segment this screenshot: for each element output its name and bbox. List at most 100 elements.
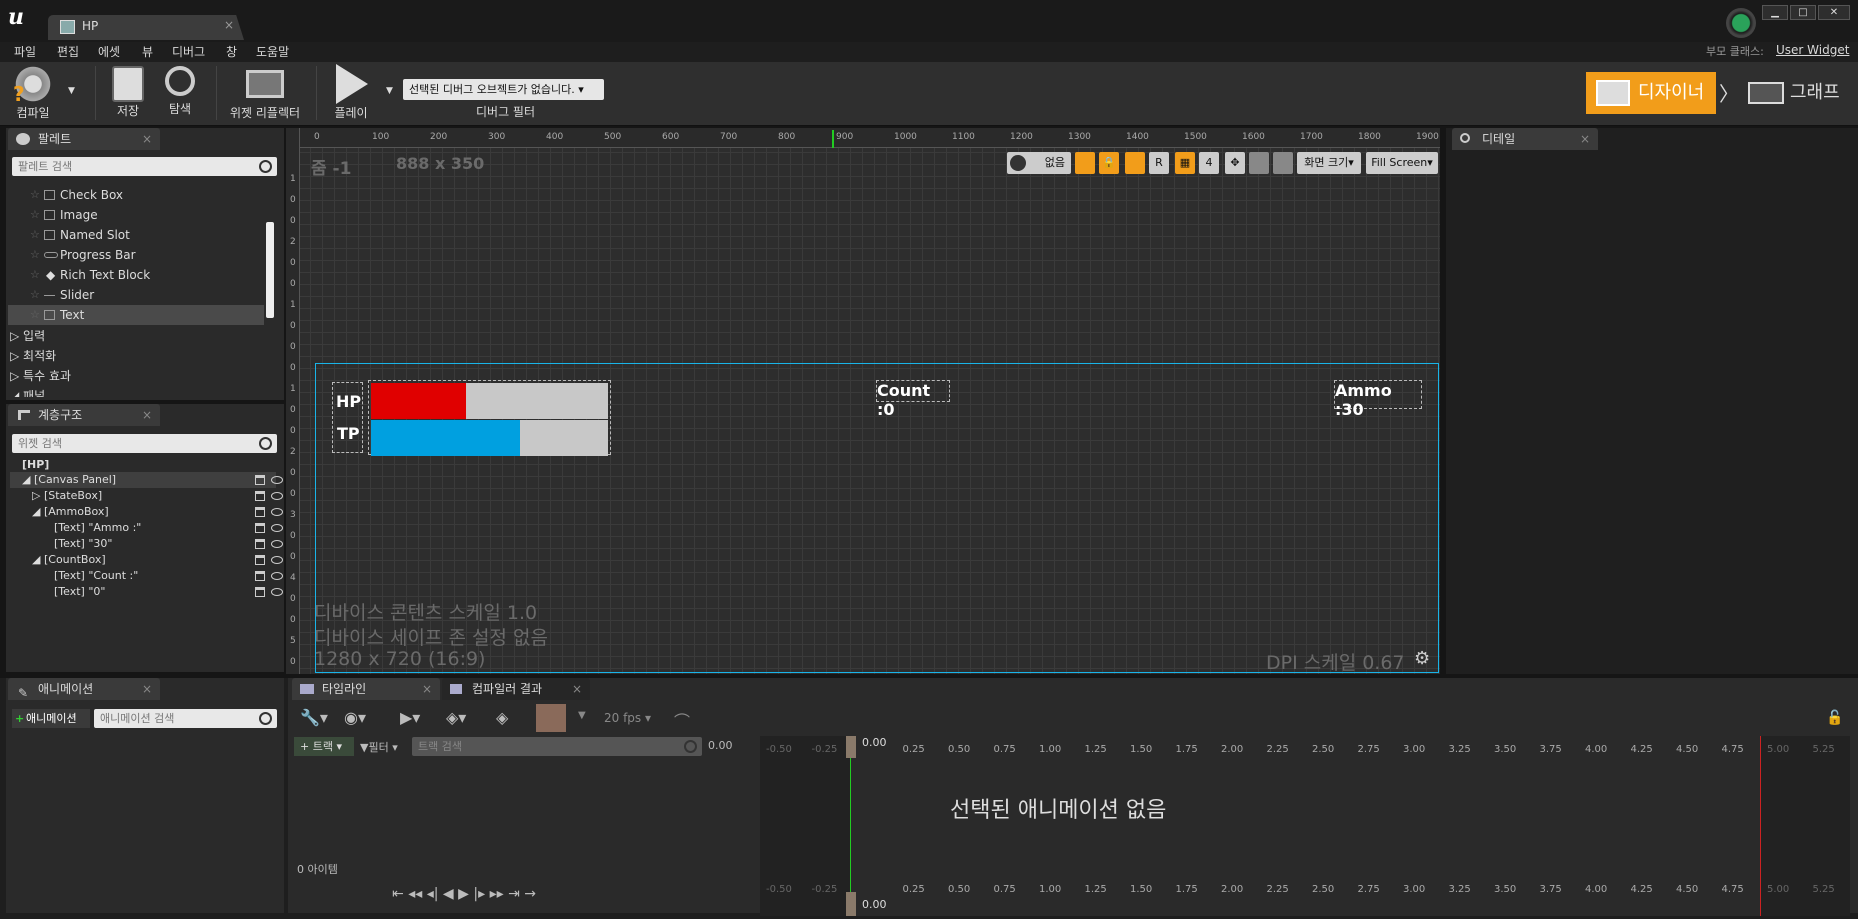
menu-asset[interactable]: 에셋 (98, 43, 120, 60)
hp-label[interactable]: HP (336, 392, 361, 411)
transform-button[interactable]: ✥ (1225, 152, 1245, 174)
lock-icon[interactable] (255, 571, 265, 581)
tp-progress-bar[interactable] (371, 420, 608, 456)
add-track-button[interactable]: + 트랙 ▾ (294, 737, 354, 756)
grid-snap-button[interactable]: ▦ (1175, 152, 1195, 174)
palette-item-check-box[interactable]: ☆ Check Box (8, 185, 263, 205)
count-box[interactable]: Count :0 (876, 380, 950, 419)
hierarchy-item-count-value[interactable]: [Text] "0" (10, 584, 283, 600)
step-back-icon[interactable]: ◂| (427, 886, 439, 902)
timeline-track-area[interactable]: -0.50 -0.25 0.25 0.50 0.75 1.00 1.25 1.50 1.75 2.… (760, 736, 1850, 916)
lock-icon[interactable] (255, 475, 265, 485)
hierarchy-item-ammo-value[interactable]: [Text] "30" (10, 536, 283, 552)
parent-class-link[interactable]: User Widget (1776, 43, 1849, 57)
eye-icon[interactable] (271, 524, 283, 532)
compile-button[interactable]: ? 컴파일 (8, 64, 58, 121)
star-icon[interactable]: ☆ (30, 285, 40, 305)
widget-search-input[interactable]: 위젯 검색 (12, 434, 277, 453)
eye-icon[interactable] (271, 572, 283, 580)
wrench-icon[interactable]: 🔧▾ (300, 708, 328, 727)
step-forward-icon[interactable]: |▸ (473, 886, 485, 902)
palette-search-input[interactable]: 팔레트 검색 (12, 157, 277, 176)
close-icon[interactable]: × (142, 678, 152, 700)
browse-button[interactable]: 탐색 (160, 64, 200, 117)
snap-chevron-icon[interactable]: ▼ (578, 710, 586, 721)
debug-object-select[interactable]: 선택된 디버그 오브젝트가 없습니다. ▾ (403, 79, 604, 100)
hierarchy-item-count-label[interactable]: [Text] "Count :" (10, 568, 283, 584)
document-tab[interactable]: HP × (48, 15, 244, 40)
lock-icon[interactable] (255, 507, 265, 517)
layout-toggle-button[interactable] (1125, 152, 1145, 174)
palette-item-slider[interactable]: ☆ Slider (8, 285, 263, 305)
hierarchy-item-ammo-label[interactable]: [Text] "Ammo :" (10, 520, 283, 536)
auto-key-icon[interactable]: ◈ (496, 708, 508, 727)
key-options-icon[interactable]: ◈▾ (446, 708, 466, 727)
maximize-button[interactable]: □ (1790, 5, 1816, 20)
save-button[interactable]: 저장 (108, 64, 148, 119)
palette-tab[interactable]: 팔레트 × (8, 128, 160, 150)
hierarchy-tab[interactable]: 계층구조 × (8, 404, 160, 426)
hierarchy-item-canvas-panel[interactable]: ◢ [Canvas Panel] (10, 472, 283, 488)
close-icon[interactable]: × (224, 18, 234, 32)
respect-locks-button[interactable]: R (1149, 152, 1169, 174)
grid-size-select[interactable]: 4 (1199, 152, 1219, 174)
image-toggle-button[interactable] (1249, 152, 1269, 174)
animation-tab[interactable]: ✎ 애니메이션 × (8, 678, 160, 700)
snap-outline-button[interactable] (1075, 152, 1095, 174)
track-search-input[interactable]: 트랙 검색 (412, 737, 702, 756)
star-icon[interactable]: ☆ (30, 225, 40, 245)
palette-item-rich-text-block[interactable]: ☆ ◆ Rich Text Block (8, 265, 263, 285)
star-icon[interactable]: ☆ (30, 245, 40, 265)
eye-icon[interactable] (271, 508, 283, 516)
eye-icon[interactable] (271, 492, 283, 500)
palette-category-panel[interactable]: ◢ 패널 (10, 387, 45, 397)
eye-icon[interactable] (271, 588, 283, 596)
view-options-icon[interactable]: ◉▾ (344, 708, 366, 727)
minimize-button[interactable]: ▁ (1762, 5, 1788, 20)
star-icon[interactable]: ☆ (30, 185, 40, 205)
screen-size-dropdown[interactable]: 화면 크기▾ (1297, 152, 1361, 174)
close-icon[interactable]: × (142, 404, 152, 426)
animation-search-input[interactable]: 애니메이션 검색 (94, 709, 277, 728)
close-window-button[interactable]: ✕ (1818, 5, 1850, 20)
hierarchy-item-ammobox[interactable]: ◢ [AmmoBox] (10, 504, 283, 520)
hierarchy-item-statebox[interactable]: ▷ [StateBox] (10, 488, 283, 504)
palette-scrollbar[interactable] (266, 222, 274, 318)
step-back-key-icon[interactable]: ◂◂ (408, 886, 422, 902)
compile-options-chevron-icon[interactable]: ▼ (68, 86, 75, 96)
close-icon[interactable]: × (1580, 128, 1590, 150)
play-options-chevron-icon[interactable]: ▼ (386, 86, 393, 96)
lock-toggle-button[interactable]: 🔒 (1099, 152, 1119, 174)
gear-icon[interactable]: ⚙ (1414, 648, 1430, 669)
eye-icon[interactable] (271, 556, 283, 564)
lock-icon[interactable] (255, 523, 265, 533)
eye-icon[interactable] (271, 476, 283, 484)
curve-editor-icon[interactable]: ⌒ (674, 708, 690, 732)
play-button[interactable]: 플레이 (328, 64, 374, 121)
palette-category-optimization[interactable]: ▷ 최적화 (10, 347, 56, 364)
menu-debug[interactable]: 디버그 (172, 43, 205, 60)
lock-icon[interactable]: 🔓 (1826, 710, 1843, 726)
loop-icon[interactable]: → (524, 886, 536, 902)
star-icon[interactable]: ☆ (30, 205, 40, 225)
close-icon[interactable]: × (422, 678, 432, 700)
menu-window[interactable]: 창 (226, 43, 237, 60)
tp-label[interactable]: TP (337, 424, 360, 443)
compiler-results-tab[interactable]: 컴파일러 결과 × (442, 678, 590, 700)
hierarchy-item-root[interactable]: [HP] (22, 457, 49, 473)
filter-dropdown[interactable]: ▼필터 ▾ (360, 739, 398, 755)
lock-icon[interactable] (255, 555, 265, 565)
ammo-box[interactable]: Ammo :30 (1334, 380, 1422, 419)
details-tab[interactable]: 디테일 × (1452, 128, 1598, 150)
menu-view[interactable]: 뷰 (142, 43, 153, 60)
fill-screen-dropdown[interactable]: Fill Screen▾ (1366, 152, 1438, 174)
lock-icon[interactable] (255, 587, 265, 597)
hierarchy-item-countbox[interactable]: ◢ [CountBox] (10, 552, 283, 568)
add-animation-button[interactable]: + 애니메이션 (12, 709, 90, 728)
unreal-logo-icon[interactable]: u (8, 4, 34, 30)
jump-to-start-icon[interactable]: ⇤ (392, 886, 404, 902)
hp-progress-bar[interactable] (371, 383, 608, 419)
play-options-icon[interactable]: ▶▾ (400, 708, 420, 727)
menu-edit[interactable]: 편집 (57, 43, 79, 60)
palette-item-image[interactable]: ☆ Image (8, 205, 263, 225)
